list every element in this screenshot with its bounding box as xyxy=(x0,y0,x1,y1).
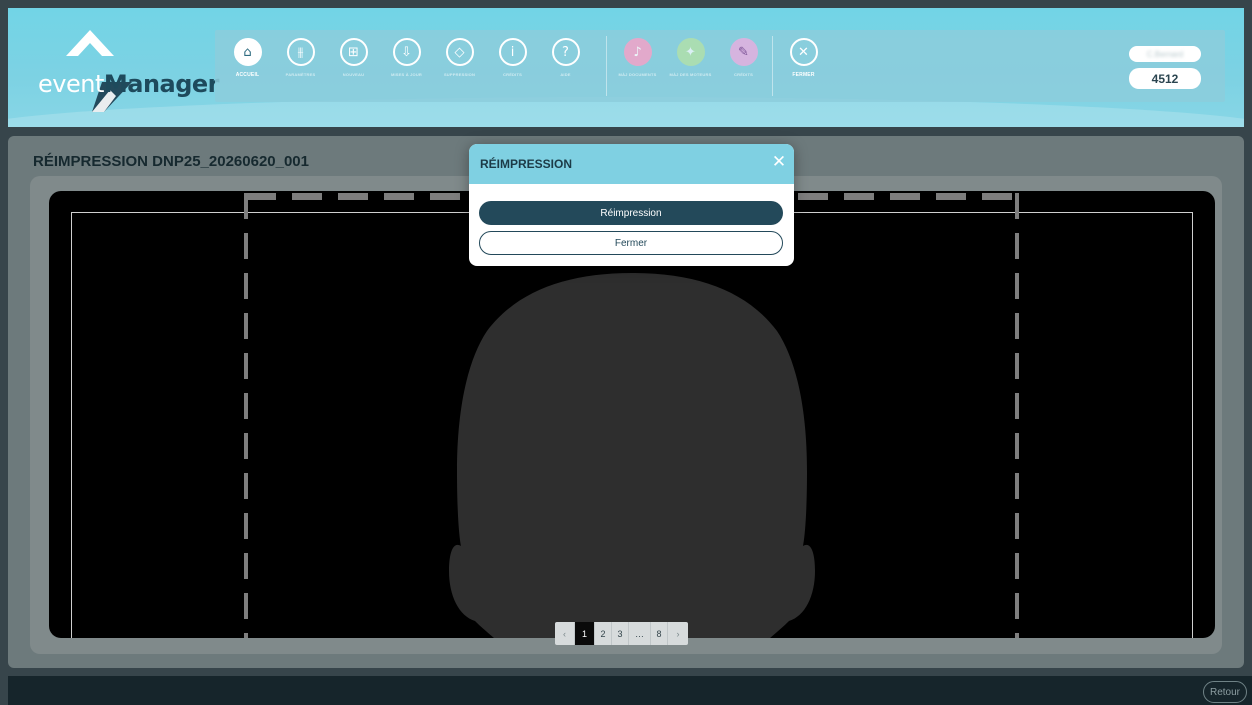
toolbar-maj-moteurs-button[interactable]: ✦ MÀJ des moteurs xyxy=(664,30,717,102)
toolbar-mises-a-jour-label: Mises à jour xyxy=(390,72,423,77)
toolbar-suppression-label: Suppression xyxy=(443,72,476,77)
pagination-page-3[interactable]: 3 xyxy=(612,622,629,645)
cut-guide-right xyxy=(1015,193,1019,638)
app-header: eventManager ⌂ Accueil ⫵ Paramètres ⊞ No… xyxy=(8,8,1244,127)
toolbar-group-main: ⌂ Accueil ⫵ Paramètres ⊞ Nouveau ⇩ Mises… xyxy=(221,30,592,102)
toolbar-nouveau-label: Nouveau xyxy=(342,72,365,77)
reprint-dialog: RÉIMPRESSION ✕ Réimpression Fermer xyxy=(469,144,794,266)
pagination-page-1[interactable]: 1 xyxy=(575,622,595,645)
bell-icon: ♪ xyxy=(623,38,652,66)
toolbar-maj-moteurs-label: MÀJ des moteurs xyxy=(669,72,712,77)
toolbar-credits-button[interactable]: i Crédits xyxy=(486,30,539,102)
toolbar-suppression-button[interactable]: ◇ Suppression xyxy=(433,30,486,102)
toolbar-separator xyxy=(772,36,773,96)
toolbar-credits-2-label: Crédits xyxy=(734,72,753,77)
close-dialog-button[interactable]: Fermer xyxy=(479,231,783,255)
logo-text: eventManager xyxy=(38,70,220,98)
user-name: C.Bernard xyxy=(1146,49,1184,59)
download-tray-icon: ⇩ xyxy=(392,38,421,66)
pagination: ‹ 1 2 3 … 8 › xyxy=(555,622,688,645)
app-footer: Retour xyxy=(8,676,1252,705)
toolbar-fermer-button[interactable]: ✕ Fermer xyxy=(777,30,830,102)
back-button[interactable]: Retour xyxy=(1203,681,1247,703)
close-icon[interactable]: ✕ xyxy=(770,153,788,171)
logo-text-event: event xyxy=(38,70,104,98)
toolbar-separator xyxy=(606,36,607,96)
toolbar-aide-button[interactable]: ? Aide xyxy=(539,30,592,102)
dialog-title: RÉIMPRESSION xyxy=(480,157,573,171)
toolbar-accueil-label: Accueil xyxy=(235,72,260,78)
pagination-prev-button[interactable]: ‹ xyxy=(555,622,575,645)
toolbar-fermer-label: Fermer xyxy=(792,72,815,78)
toolbar-aide-label: Aide xyxy=(560,72,571,77)
toolbar-maj-documents-button[interactable]: ♪ MÀJ documents xyxy=(611,30,664,102)
toolbar-group-close: ✕ Fermer xyxy=(777,30,830,102)
help-icon: ? xyxy=(551,38,580,66)
session-code-badge: 4512 xyxy=(1129,68,1201,89)
toolbar-accueil-button[interactable]: ⌂ Accueil xyxy=(221,30,274,102)
close-circle-icon: ✕ xyxy=(789,38,818,66)
toolbar-nouveau-button[interactable]: ⊞ Nouveau xyxy=(327,30,380,102)
cut-guide-left xyxy=(244,193,248,638)
toolbar-mises-a-jour-button[interactable]: ⇩ Mises à jour xyxy=(380,30,433,102)
logo-upper-chevron xyxy=(66,30,114,56)
logo-text-manager: Manager xyxy=(103,70,220,98)
home-icon: ⌂ xyxy=(233,38,262,66)
toolbar-parametres-label: Paramètres xyxy=(285,72,316,77)
user-badge[interactable]: C.Bernard xyxy=(1129,46,1201,62)
toolbar-credits-2-button[interactable]: ✎ Crédits xyxy=(717,30,770,102)
signature-icon: ✎ xyxy=(729,38,758,66)
lightbulb-icon: ✦ xyxy=(676,38,705,66)
pagination-next-button[interactable]: › xyxy=(668,622,688,645)
main-toolbar: ⌂ Accueil ⫵ Paramètres ⊞ Nouveau ⇩ Mises… xyxy=(215,30,1225,102)
pagination-page-2[interactable]: 2 xyxy=(595,622,612,645)
reprint-button[interactable]: Réimpression xyxy=(479,201,783,225)
app-logo: eventManager xyxy=(32,26,220,116)
page-title: RÉIMPRESSION DNP25_20260620_001 xyxy=(33,153,309,170)
toolbar-parametres-button[interactable]: ⫵ Paramètres xyxy=(274,30,327,102)
eraser-icon: ◇ xyxy=(445,38,474,66)
toolbar-group-updates: ♪ MÀJ documents ✦ MÀJ des moteurs ✎ Créd… xyxy=(611,30,770,102)
pagination-page-last[interactable]: 8 xyxy=(651,622,668,645)
pagination-ellipsis: … xyxy=(629,622,651,645)
portrait-placeholder-silhouette xyxy=(449,273,815,638)
toolbar-maj-documents-label: MÀJ documents xyxy=(618,72,657,77)
dialog-header: RÉIMPRESSION ✕ xyxy=(469,144,794,184)
plus-box-icon: ⊞ xyxy=(339,38,368,66)
info-icon: i xyxy=(498,38,527,66)
sliders-icon: ⫵ xyxy=(286,38,315,66)
toolbar-credits-label: Crédits xyxy=(503,72,522,77)
